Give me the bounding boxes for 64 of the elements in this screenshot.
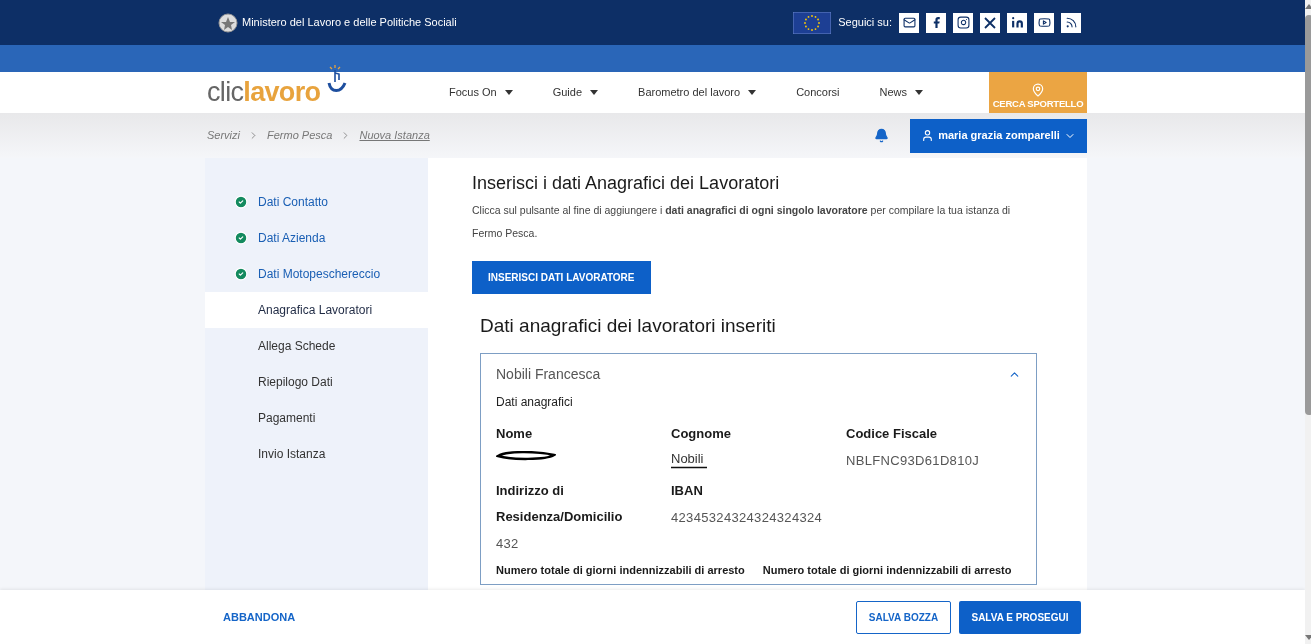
save-draft-button[interactable]: SALVA BOZZA — [856, 600, 951, 634]
field-value: 432 — [496, 535, 519, 553]
page-title: Inserisci i dati Anagrafici dei Lavoratori — [472, 172, 781, 195]
emblem-icon — [218, 12, 238, 33]
user-menu-button[interactable]: maria grazia zomparelli — [910, 118, 1087, 153]
check-icon — [234, 231, 248, 245]
field-label: Indirizzo di Residenza/Domicilio — [496, 482, 624, 526]
abandon-link[interactable]: ABBANDONA — [223, 608, 296, 626]
bell-icon[interactable] — [874, 128, 889, 143]
intro-text: Clicca sul pulsante al fine di aggiungere i dati anagrafici di ogni singolo lavoratore per compilare la tua istanza di Fermo Pesca. — [472, 203, 1012, 241]
caret-icon — [748, 90, 757, 95]
nav-menu-item[interactable]: News — [879, 84, 924, 101]
linkedin-icon[interactable] — [1007, 12, 1027, 33]
breadcrumb-link[interactable]: Nuova Istanza — [359, 127, 430, 144]
nav-menu-item[interactable]: Focus On — [449, 84, 513, 101]
youtube-icon[interactable] — [1034, 12, 1054, 33]
field-label: Codice Fiscale — [846, 424, 939, 443]
section-title: Dati anagrafici dei lavoratori inseriti — [480, 314, 777, 338]
nav-menu-item[interactable]: Concorsi — [796, 84, 840, 101]
eu-flag-icon — [793, 11, 832, 34]
logo[interactable]: cliclavoro — [207, 79, 449, 106]
mail-icon[interactable] — [899, 12, 919, 33]
step-item[interactable]: Invio Istanza — [205, 436, 428, 472]
user-icon — [921, 129, 935, 142]
subsection-title: Dati anagrafici — [496, 393, 574, 411]
follow-label: Seguici su: — [838, 15, 892, 31]
save-continue-button[interactable]: SALVA E PROSEGUI — [959, 600, 1081, 634]
strike-mark — [671, 465, 707, 469]
scribble-drawing — [496, 450, 556, 461]
facebook-icon[interactable] — [926, 12, 946, 33]
field-label: Nome — [496, 424, 534, 443]
step-item[interactable]: Anagrafica Lavoratori — [205, 292, 428, 328]
check-icon — [234, 195, 248, 209]
step-item[interactable]: Dati Motopeschereccio — [205, 256, 428, 292]
caret-icon — [504, 90, 513, 95]
step-item[interactable]: Allega Schede — [205, 328, 428, 364]
map-pin-icon — [1031, 82, 1045, 97]
step-item[interactable]: Riepilogo Dati — [205, 364, 428, 400]
arrow-up-icon[interactable] — [1305, 4, 1311, 9]
caret-icon — [915, 90, 924, 95]
add-worker-button[interactable]: INSERISCI DATI LAVORATORE — [472, 261, 651, 294]
arrow-down-icon[interactable] — [1305, 635, 1311, 640]
instagram-icon[interactable] — [953, 12, 973, 33]
field-label: Cognome — [671, 424, 732, 443]
field-value: 42345324324324324324 — [671, 509, 823, 527]
pointer-icon — [325, 65, 347, 95]
step-item[interactable]: Dati Azienda — [205, 220, 428, 256]
field-value: NBLFNC93D61D810J — [846, 451, 980, 470]
worker-name: Nobili Francesca — [496, 364, 601, 384]
breadcrumb-link[interactable]: Servizi — [207, 127, 240, 144]
check-icon — [234, 267, 248, 281]
ministry-name[interactable]: Ministero del Lavoro e delle Politiche Sociali — [242, 14, 457, 31]
caret-icon — [590, 90, 599, 95]
step-item[interactable]: Dati Contatto — [205, 184, 428, 220]
step-item[interactable]: Pagamenti — [205, 400, 428, 436]
nav-menu-item[interactable]: Guide — [552, 84, 599, 101]
nav-menu-item[interactable]: Barometro del lavoro — [638, 84, 757, 101]
x-icon[interactable] — [980, 12, 1000, 33]
field-value: Nobili — [671, 450, 705, 466]
field-label: Numero totale di giorni indennizzabili di arresto — [762, 562, 1012, 578]
field-label: IBAN — [671, 482, 704, 500]
field-label: Numero totale di giorni indennizzabili di arresto — [496, 562, 745, 578]
rss-icon[interactable] — [1061, 12, 1081, 33]
breadcrumb-link[interactable]: Fermo Pesca — [267, 127, 333, 144]
